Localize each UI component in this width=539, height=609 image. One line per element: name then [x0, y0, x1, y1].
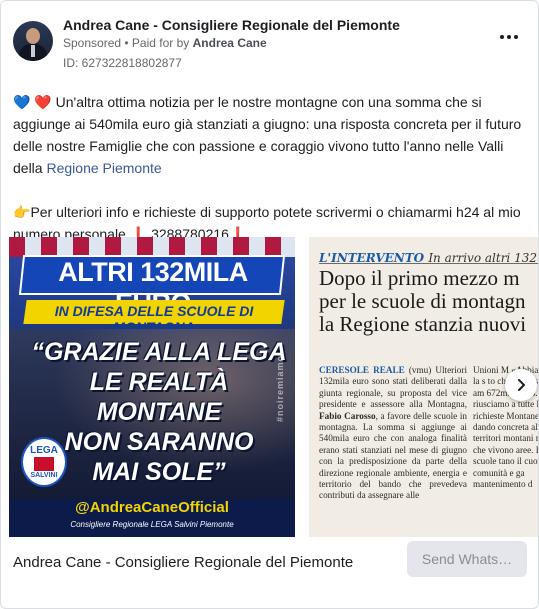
more-dot-icon	[500, 35, 504, 39]
send-whatsapp-button[interactable]: Send Whats…	[407, 541, 527, 577]
quote-line: LE REALTÀ MONTANE	[89, 368, 229, 426]
regione-piemonte-link[interactable]: Regione Piemonte	[46, 160, 161, 176]
red-heart-icon: ❤️	[34, 94, 52, 110]
quote-line: MAI SOLE”	[92, 458, 226, 486]
paragraph-1: 💙 ❤️ Un'altra ottima notizia per le nost…	[13, 91, 523, 179]
logo-top-text: LEGA	[30, 445, 58, 456]
title-line: Dopo il primo mezzo m	[319, 266, 520, 290]
slide-handle: @AndreaCaneOfficial	[75, 499, 229, 516]
media-carousel: ALTRI 132MILA EURO IN DIFESA DELLE SCUOL…	[9, 237, 538, 537]
avatar-tie	[31, 45, 35, 57]
more-dot-icon	[514, 35, 518, 39]
sponsored-line: Sponsored • Paid for by Andrea Cane	[63, 36, 267, 50]
flag-stripes	[9, 237, 295, 257]
side-hashtag: #noiremiamo	[275, 355, 285, 423]
column-bold-name: Fabio Carosso	[319, 410, 376, 421]
title-line: per le scuole di montagn	[319, 289, 526, 313]
carousel-slide-1[interactable]: ALTRI 132MILA EURO IN DIFESA DELLE SCUOL…	[9, 237, 295, 537]
avatar[interactable]	[13, 21, 53, 61]
ad-card: Andrea Cane - Consigliere Regionale del …	[0, 0, 539, 609]
ad-footer: Andrea Cane - Consigliere Regionale del …	[1, 537, 538, 608]
column-rest: , a favore delle scuole in montagna. La …	[319, 410, 467, 501]
slide-quote: “GRAZIE ALLA LEGA LE REALTÀ MONTANE NON …	[29, 337, 289, 487]
paid-for-by: Andrea Cane	[192, 36, 267, 50]
more-dot-icon	[507, 35, 511, 39]
sponsored-label: Sponsored	[63, 36, 122, 50]
post-text: 💙 ❤️ Un'altra ottima notizia per le nost…	[13, 91, 523, 245]
divider	[319, 263, 538, 264]
quote-line: “GRAZIE ALLA LEGA	[31, 338, 287, 366]
ad-id: ID: 627322818802877	[63, 56, 182, 70]
chevron-right-icon	[518, 379, 525, 391]
slide-footer-text: Consigliere Regionale LEGA Salvini Piemo…	[70, 520, 234, 529]
carousel-next-button[interactable]	[505, 369, 537, 401]
quote-line: NON SARANNO	[64, 428, 254, 456]
logo-bottom-text: SALVINI	[30, 472, 58, 479]
page-name[interactable]: Andrea Cane - Consigliere Regionale del …	[63, 17, 400, 33]
post-header: Andrea Cane - Consigliere Regionale del …	[13, 13, 526, 73]
blue-heart-icon: 💙	[13, 94, 31, 110]
footer-title[interactable]: Andrea Cane - Consigliere Regionale del …	[13, 554, 353, 571]
title-line: la Regione stanzia nuovi	[319, 312, 527, 336]
shield-icon	[34, 457, 54, 471]
lega-logo: LEGA SALVINI	[21, 437, 67, 487]
article-column-1: CERESOLE REALE (vmu) Ulteriori 132mila e…	[319, 365, 467, 502]
avatar-face	[26, 28, 40, 44]
paid-for-prefix: • Paid for by	[124, 36, 190, 50]
article-title: Dopo il primo mezzo m per le scuole di m…	[319, 266, 538, 336]
column-kicker: CERESOLE REALE	[319, 365, 405, 375]
pointing-hand-icon: 👉	[13, 204, 31, 220]
more-options-button[interactable]	[498, 29, 520, 45]
